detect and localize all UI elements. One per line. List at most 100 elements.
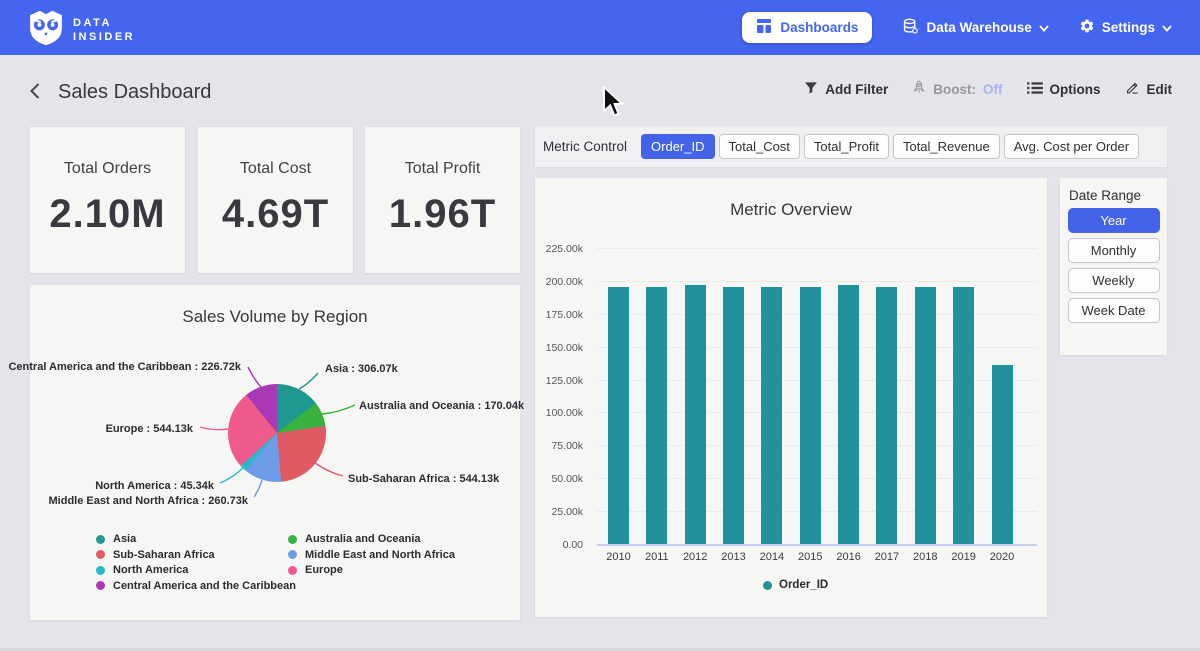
x-axis-tick-2010: 2010	[599, 551, 639, 563]
date-range-weekly[interactable]: Weekly	[1068, 268, 1160, 293]
pie-legend-sub-saharan-africa[interactable]: Sub-Saharan Africa	[96, 549, 215, 561]
kpi-card-total-profit: Total Profit 1.96T	[365, 127, 520, 273]
edit-button[interactable]: Edit	[1125, 80, 1173, 98]
kpi-value: 1.96T	[365, 192, 520, 237]
metric-control-bar: Metric Control Order_IDTotal_CostTotal_P…	[535, 126, 1167, 167]
metric-overview-panel: Metric Overview 225.00k200.00k175.00k150…	[535, 178, 1047, 617]
cursor-pointer	[602, 86, 626, 127]
brand-name: DATA INSIDER	[73, 16, 135, 44]
date-range-week-date[interactable]: Week Date	[1068, 298, 1160, 323]
bar-2020[interactable]	[992, 365, 1013, 544]
kpi-title: Total Cost	[198, 160, 353, 178]
legend-label: Asia	[113, 533, 136, 545]
pie-legend-europe[interactable]: Europe	[288, 564, 343, 576]
date-range-panel: Date Range Year Monthly Weekly Week Date	[1060, 178, 1167, 355]
bar-chart-legend[interactable]: Order_ID	[763, 579, 828, 591]
metric-buttons: Order_IDTotal_CostTotal_ProfitTotal_Reve…	[641, 134, 1139, 159]
legend-dot	[96, 581, 105, 590]
y-axis-tick: 100.00k	[537, 407, 583, 419]
data-warehouse-menu[interactable]: Data Warehouse	[902, 18, 1048, 38]
date-range-year[interactable]: Year	[1068, 208, 1160, 233]
y-axis-tick: 0.00	[537, 539, 583, 551]
kpi-title: Total Orders	[30, 160, 185, 178]
bar-2016[interactable]	[838, 285, 859, 544]
pie-legend-central-america-and-the-caribbean[interactable]: Central America and the Caribbean	[96, 580, 296, 592]
settings-menu[interactable]: Settings	[1079, 18, 1172, 37]
pie-label-central-america-and-the-caribbean: Central America and the Caribbean : 226.…	[8, 361, 241, 373]
pencil-icon	[1125, 80, 1140, 98]
y-axis-tick: 125.00k	[537, 375, 583, 387]
dashboards-button[interactable]: Dashboards	[742, 12, 872, 43]
legend-label: Australia and Oceania	[305, 533, 421, 545]
bar-2018[interactable]	[915, 287, 936, 544]
filter-icon	[804, 81, 818, 98]
y-axis-tick: 150.00k	[537, 342, 583, 354]
x-axis-tick-2015: 2015	[790, 551, 830, 563]
bar-2019[interactable]	[953, 287, 974, 544]
legend-label: Middle East and North Africa	[305, 549, 455, 561]
legend-dot	[96, 550, 105, 559]
y-axis-tick: 75.00k	[537, 440, 583, 452]
pie-legend-north-america[interactable]: North America	[96, 564, 188, 576]
date-range-label: Date Range	[1069, 188, 1167, 203]
leader-line	[248, 367, 261, 387]
legend-label: Europe	[305, 564, 343, 576]
add-filter-button[interactable]: Add Filter	[804, 81, 888, 98]
pie-label-sub-saharan-africa: Sub-Saharan Africa : 544.13k	[348, 473, 499, 485]
gridline	[597, 544, 1037, 546]
header-actions: Add Filter Boost: Off Options	[804, 80, 1172, 98]
legend-dot	[288, 566, 297, 575]
pie-label-middle-east-and-north-africa: Middle East and North Africa : 260.73k	[49, 495, 248, 507]
legend-label: Sub-Saharan Africa	[113, 549, 215, 561]
pie-legend-asia[interactable]: Asia	[96, 533, 136, 545]
bar-2013[interactable]	[723, 287, 744, 544]
leader-line	[299, 373, 318, 389]
options-button[interactable]: Options	[1027, 81, 1101, 98]
leader-line	[220, 468, 243, 483]
leader-line	[322, 405, 355, 414]
metric-button-total-profit[interactable]: Total_Profit	[804, 134, 889, 159]
rocket-icon	[912, 80, 926, 98]
leader-line	[200, 427, 228, 430]
pie-legend-middle-east-and-north-africa[interactable]: Middle East and North Africa	[288, 549, 455, 561]
bar-2017[interactable]	[876, 287, 897, 544]
back-button[interactable]	[28, 82, 42, 105]
x-axis-tick-2019: 2019	[944, 551, 984, 563]
brand-logo[interactable]: DATA INSIDER	[28, 9, 135, 51]
metric-button-total-cost[interactable]: Total_Cost	[719, 134, 800, 159]
bar-2010[interactable]	[608, 287, 629, 544]
x-axis-tick-2012: 2012	[675, 551, 715, 563]
legend-dot	[288, 535, 297, 544]
list-icon	[1027, 81, 1043, 98]
legend-dot	[288, 550, 297, 559]
y-axis-tick: 175.00k	[537, 309, 583, 321]
kpi-card-total-cost: Total Cost 4.69T	[198, 127, 353, 273]
bar-2015[interactable]	[800, 287, 821, 544]
pie-label-europe: Europe : 544.13k	[106, 423, 193, 435]
legend-label: North America	[113, 564, 188, 576]
x-axis-tick-2011: 2011	[637, 551, 677, 563]
pie-label-north-america: North America : 45.34k	[95, 480, 214, 492]
chevron-down-icon	[1162, 20, 1172, 35]
metric-button-order-id[interactable]: Order_ID	[641, 134, 714, 159]
y-axis-tick: 50.00k	[537, 473, 583, 485]
x-axis-tick-2013: 2013	[714, 551, 754, 563]
pie-legend-australia-and-oceania[interactable]: Australia and Oceania	[288, 533, 421, 545]
kpi-card-total-orders: Total Orders 2.10M	[30, 127, 185, 273]
pie-label-asia: Asia : 306.07k	[325, 363, 398, 375]
sales-volume-panel: Sales Volume by Region Asia : 306.07kAus…	[30, 285, 520, 620]
boost-toggle[interactable]: Boost: Off	[912, 80, 1002, 98]
metric-control-label: Metric Control	[543, 139, 627, 154]
legend-label: Central America and the Caribbean	[113, 580, 296, 592]
bar-2011[interactable]	[646, 287, 667, 544]
bar-2012[interactable]	[685, 285, 706, 544]
bar-2014[interactable]	[761, 287, 782, 544]
bar-chart-plot: 225.00k200.00k175.00k150.00k125.00k100.0…	[535, 178, 1047, 617]
metric-button-total-revenue[interactable]: Total_Revenue	[893, 134, 1000, 159]
legend-dot	[96, 566, 105, 575]
date-range-monthly[interactable]: Monthly	[1068, 238, 1160, 263]
top-nav: DATA INSIDER Dashboards	[0, 0, 1200, 55]
kpi-title: Total Profit	[365, 160, 520, 178]
y-axis-tick: 25.00k	[537, 506, 583, 518]
metric-button-avg-cost-per-order[interactable]: Avg. Cost per Order	[1004, 134, 1139, 159]
